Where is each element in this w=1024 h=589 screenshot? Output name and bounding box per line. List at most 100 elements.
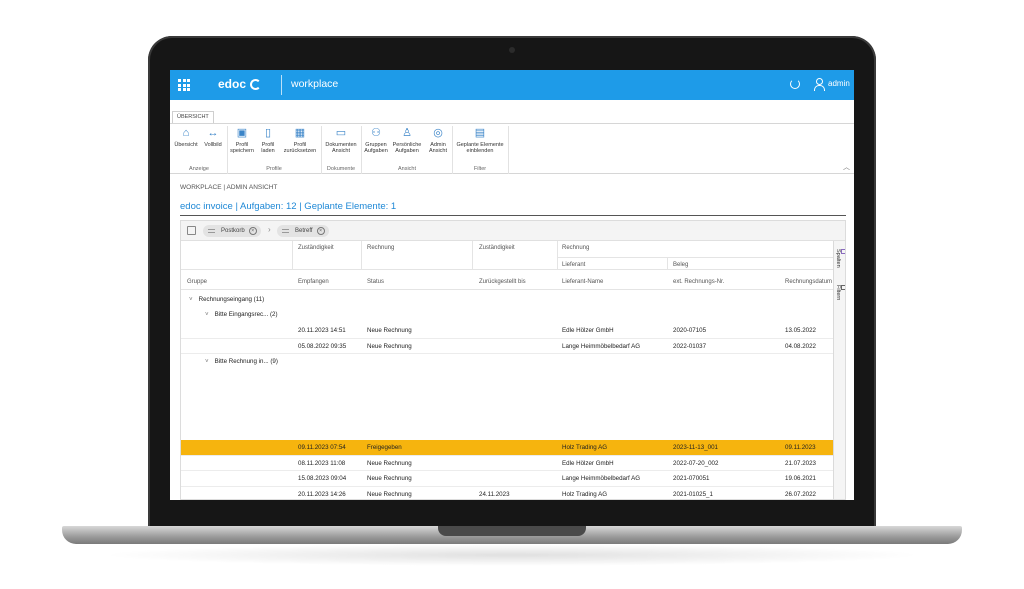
cell-empfangen: 20.11.2023 14:51 [298,327,346,334]
fullscreen-button[interactable]: ↔ Vollbild [200,128,226,149]
header-divider [557,241,558,269]
group-chip-postkorb[interactable]: Postkorb × [203,225,261,237]
header-zustaendigkeit: Zuständigkeit [298,245,334,251]
column-lieferant-name[interactable]: Lieferant-Name [562,279,603,285]
cell-status: Neue Rechnung [367,327,412,334]
cell-rechnungsdatum: 04.08.2022 [785,342,816,350]
header-divider [181,289,833,290]
remove-chip-icon[interactable]: × [316,227,325,235]
admin-view-label-2: Ansicht [428,148,448,154]
cell-lieferant: Lange Heimmöbelbedarf AG [562,342,641,350]
admin-view-button[interactable]: ◎ Admin Ansicht [425,128,451,155]
ribbon-divider [170,123,854,124]
save-profile-button[interactable]: ▣ Profil speichern [228,128,256,155]
cell-status: Neue Rechnung [367,490,412,498]
home-icon: ⌂ [182,127,190,139]
chevron-down-icon[interactable]: ˅ [189,296,193,303]
columns-icon [841,249,845,254]
cell-status: Neue Rechnung [367,475,412,483]
load-profile-button[interactable]: ▯ Profil laden [256,128,280,155]
cell-status: Neue Rechnung [367,342,412,350]
header-divider [281,75,282,95]
table-row[interactable]: 20.11.2023 14:26 Neue Rechnung 24.11.2023 H… [181,487,833,499]
app-screen: edoc workplace admin ÜBERSICHT ⌂ Übersich… [170,70,854,500]
group-label-filter: Filter [473,166,487,172]
column-status[interactable]: Status [367,279,384,285]
brand-mark-icon [250,79,261,90]
overview-button[interactable]: ⌂ Übersicht [172,127,200,149]
personal-tasks-button[interactable]: ♙ Persönliche Aufgaben [390,127,424,155]
group-label-profile: Profile [266,166,282,172]
laptop-notch [438,526,586,536]
column-gruppe[interactable]: Gruppe [187,279,207,285]
title-divider [180,215,846,216]
brand-logo: edoc [218,77,247,91]
remove-chip-icon[interactable]: × [248,227,257,235]
drag-handle-icon[interactable] [208,229,215,233]
group-chip-betreff[interactable]: Betreff × [277,225,329,237]
app-launcher-icon[interactable] [178,79,190,91]
document-view-label-2: Ansicht [331,148,351,154]
cell-empfangen: 15.08.2023 09:04 [298,475,347,483]
fullscreen-label: Vollbild [204,142,222,148]
table-row[interactable]: 08.11.2023 11:08 Neue Rechnung Edle Hölzer… [181,456,833,472]
cell-status: Freigegeben [367,444,402,451]
user-icon[interactable] [814,78,825,91]
chevron-right-icon: › [268,225,271,234]
document-view-icon: ▭ [335,127,347,139]
show-scheduled-button[interactable]: ▤ Geplante Elemente einblenden [453,127,507,155]
cell-rechnungsdatum: 09.11.2023 [785,444,816,451]
cell-rechnungsdatum: 26.07.2022 [785,490,816,498]
grouping-toolbar: Postkorb × › Betreff × [181,221,845,241]
group-row-rechnungseingang[interactable]: ˅ Rechnungseingang (11) [189,296,264,303]
group-separator [508,126,509,174]
column-rechnungsdatum[interactable]: Rechnungsdatum [785,279,832,285]
cell-rechnungs-nr: 2022-01037 [673,342,707,350]
breadcrumb: WORKPLACE | ADMIN ANSICHT [180,184,278,191]
column-empfangen[interactable]: Empfangen [298,279,329,285]
cell-empfangen: 09.11.2023 07:54 [298,444,346,451]
collapse-ribbon-icon[interactable]: ︿ [843,162,850,172]
personal-tasks-icon: ♙ [402,127,412,139]
save-profile-label-2: speichern [230,148,254,154]
cell-status: Neue Rechnung [367,459,412,467]
table-icon: ▦ [294,127,306,139]
group-label-anzeige: Anzeige [189,166,209,172]
tab-uebersicht[interactable]: ÜBERSICHT [172,111,214,123]
grouping-panel-icon[interactable] [187,226,196,235]
laptop-shadow [100,544,924,566]
column-zurueckgestellt[interactable]: Zurückgestellt bis [479,279,526,285]
document-view-button[interactable]: ▭ Dokumenten Ansicht [322,127,360,155]
table-row[interactable]: 15.08.2023 09:04 Neue Rechnung Lange Heimm… [181,471,833,487]
user-name[interactable]: admin [828,79,850,88]
tab-spalten[interactable]: Spalten [835,249,845,268]
table-row[interactable]: 05.08.2022 09:35 Neue Rechnung Lange Heimm… [181,339,833,355]
refresh-icon[interactable] [790,79,800,89]
overview-label: Übersicht [174,142,198,148]
subgroup-row[interactable]: ˅ Bitte Eingangsrec... (2) [205,311,278,318]
filter-icon [841,285,845,290]
table-row[interactable]: 20.11.2023 14:51 Neue Rechnung Edle Hölzer… [181,323,833,339]
app-title: workplace [291,78,339,90]
reset-profile-button[interactable]: ▦ Profil zurücksetzen [280,127,320,155]
laptop-mockup: edoc workplace admin ÜBERSICHT ⌂ Übersich… [0,0,1024,589]
group-label-dokumente: Dokumente [326,166,356,172]
header-rechnung: Rechnung [367,245,395,251]
group-tasks-button[interactable]: ⚇ Gruppen Aufgaben [363,128,389,155]
header-divider [557,257,833,258]
tab-filtern[interactable]: Filtern [835,285,845,300]
group-separator [361,126,362,174]
column-ext-rechnungs-nr[interactable]: ext. Rechnungs-Nr. [673,279,724,285]
subgroup-row[interactable]: ˅ Bitte Rechnung in... (9) [205,358,278,365]
cell-lieferant: Edle Hölzer GmbH [562,459,614,467]
cell-rechnungs-nr: 2022-07-20_002 [673,459,719,467]
cell-rechnungs-nr: 2020-07105 [673,327,707,334]
header-rechnung-2: Rechnung [562,245,590,251]
chevron-down-icon[interactable]: ˅ [205,311,209,318]
scheduled-icon: ▤ [474,127,486,139]
header-divider [292,241,293,269]
drag-handle-icon[interactable] [282,229,289,233]
table-row[interactable]: 09.11.2023 07:54 Freigegeben Holz Trading … [181,440,833,456]
cell-rechnungs-nr: 2021-070051 [673,475,710,483]
chevron-down-icon[interactable]: ˅ [205,358,209,365]
